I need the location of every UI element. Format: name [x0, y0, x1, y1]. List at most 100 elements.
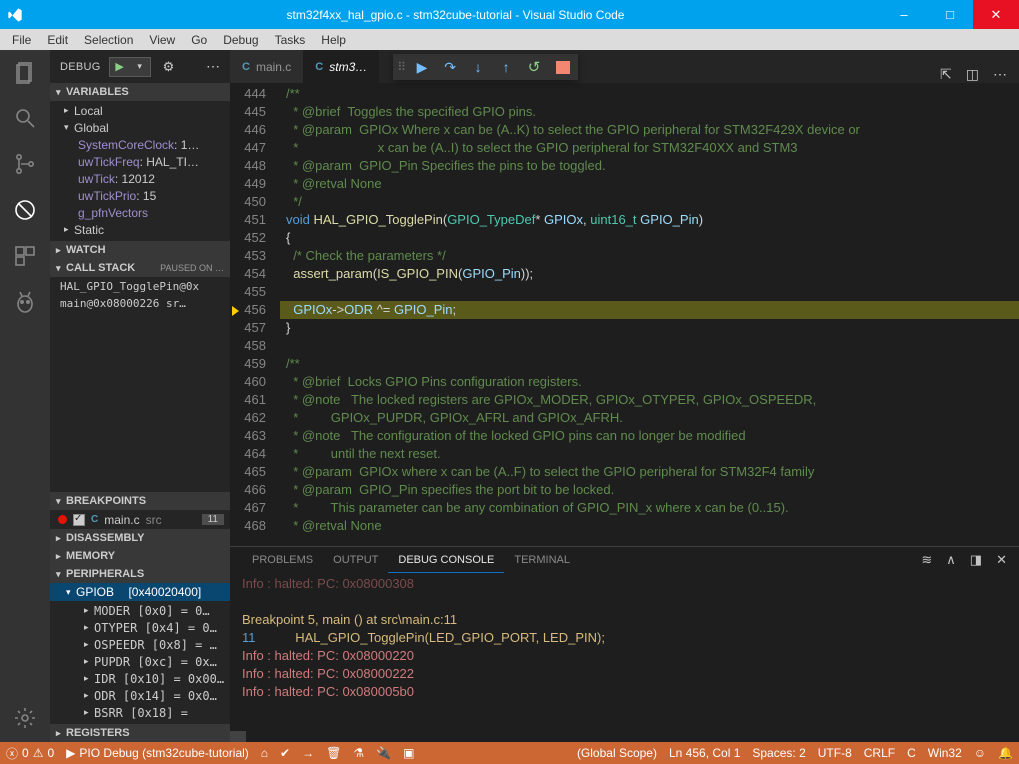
- peripheral-register[interactable]: ▸MODER [0x0] = 0…: [50, 602, 230, 619]
- status-position[interactable]: Ln 456, Col 1: [663, 742, 746, 764]
- status-language[interactable]: C: [901, 742, 922, 764]
- settings-icon[interactable]: [11, 704, 39, 732]
- panel-close-icon[interactable]: ✕: [996, 552, 1007, 568]
- debug-console-output[interactable]: Info : halted: PC: 0x08000308Breakpoint …: [230, 573, 1019, 731]
- debug-sidebar: DEBUG ▶ ▾ ⚙ ⋯ ▾VARIABLES ▸Local ▾Global …: [50, 50, 230, 742]
- step-into-button[interactable]: ↓: [464, 59, 492, 75]
- status-home-icon[interactable]: ⌂: [255, 742, 274, 764]
- minimize-button[interactable]: –: [881, 0, 927, 29]
- panel-tab-terminal[interactable]: TERMINAL: [504, 548, 580, 572]
- split-editor-icon[interactable]: ◫: [966, 66, 979, 83]
- clear-console-icon[interactable]: ≋: [921, 552, 932, 568]
- step-over-button[interactable]: ↷: [436, 59, 464, 76]
- tab-mainc[interactable]: Cmain.c: [230, 50, 303, 83]
- menu-selection[interactable]: Selection: [76, 32, 141, 48]
- line-gutter[interactable]: 4444454464474484494504514524534544554564…: [230, 83, 280, 546]
- callstack-header[interactable]: ▾CALL STACKPAUSED ON …: [50, 259, 230, 277]
- status-terminal-icon[interactable]: ▣: [397, 742, 420, 764]
- continue-button[interactable]: ▶: [408, 59, 436, 76]
- scope-local[interactable]: ▸Local: [50, 102, 230, 119]
- step-out-button[interactable]: ↑: [492, 59, 520, 75]
- variable-row[interactable]: uwTick: 12012: [50, 170, 230, 187]
- maximize-button[interactable]: □: [927, 0, 973, 29]
- disassembly-header[interactable]: ▸DISASSEMBLY: [50, 529, 230, 547]
- stop-button[interactable]: [556, 61, 570, 74]
- menu-go[interactable]: Go: [183, 32, 215, 48]
- vscode-icon: [0, 7, 30, 23]
- more-icon[interactable]: ⋯: [206, 58, 220, 75]
- menu-debug[interactable]: Debug: [215, 32, 266, 48]
- restart-button[interactable]: ↺: [520, 58, 548, 76]
- explorer-icon[interactable]: [11, 58, 39, 86]
- variable-row[interactable]: SystemCoreClock: 1…: [50, 136, 230, 153]
- debug-settings-icon[interactable]: ⚙: [163, 59, 175, 75]
- variable-row[interactable]: g_pfnVectors: [50, 204, 230, 221]
- more-editor-icon[interactable]: ⋯: [993, 66, 1007, 83]
- menu-help[interactable]: Help: [313, 32, 354, 48]
- tab-stm32-hal[interactable]: Cstm3…: [303, 50, 379, 83]
- debug-config-dropdown[interactable]: ▾: [130, 58, 150, 76]
- callstack-frame[interactable]: main@0x08000226 sr…: [50, 295, 230, 312]
- horizontal-scrollbar[interactable]: [230, 731, 1019, 742]
- breakpoints-header[interactable]: ▾BREAKPOINTS: [50, 492, 230, 510]
- menu-view[interactable]: View: [141, 32, 183, 48]
- debug-icon[interactable]: [11, 196, 39, 224]
- status-encoding[interactable]: UTF-8: [812, 742, 858, 764]
- peripheral-register[interactable]: ▸BSRR [0x18] =: [50, 704, 230, 721]
- status-platform[interactable]: Win32: [922, 742, 968, 764]
- start-debug-button[interactable]: ▶: [110, 58, 130, 76]
- scrollbar-thumb[interactable]: [230, 731, 246, 742]
- panel-tab-problems[interactable]: PROBLEMS: [242, 548, 323, 572]
- scope-static[interactable]: ▸Static: [50, 221, 230, 238]
- code-editor[interactable]: 4444454464474484494504514524534544554564…: [230, 83, 1019, 546]
- variable-row[interactable]: uwTickPrio: 15: [50, 187, 230, 204]
- panel-up-icon[interactable]: ∧: [946, 552, 956, 568]
- panel-tab-output[interactable]: OUTPUT: [323, 548, 388, 572]
- debug-config-selector[interactable]: ▶ ▾: [109, 57, 151, 77]
- debug-toolbar[interactable]: ⠿ ▶ ↷ ↓ ↑ ↺: [393, 54, 578, 80]
- status-bell-icon[interactable]: 🔔: [992, 742, 1019, 764]
- source-control-icon[interactable]: [11, 150, 39, 178]
- peripheral-gpiob[interactable]: ▾GPIOB [0x40020400]: [50, 583, 230, 601]
- status-spaces[interactable]: Spaces: 2: [746, 742, 811, 764]
- peripheral-register[interactable]: ▸OTYPER [0x4] = 0…: [50, 619, 230, 636]
- panel-tab-debugconsole[interactable]: DEBUG CONSOLE: [388, 548, 504, 573]
- status-plug-icon[interactable]: 🔌: [370, 742, 397, 764]
- variables-header[interactable]: ▾VARIABLES: [50, 83, 230, 101]
- extensions-icon[interactable]: [11, 242, 39, 270]
- status-errors[interactable]: ⓧ0⚠0: [0, 742, 60, 764]
- watch-header[interactable]: ▸WATCH: [50, 241, 230, 259]
- breakpoint-checkbox[interactable]: [73, 514, 85, 526]
- peripheral-register[interactable]: ▸IDR [0x10] = 0x00…: [50, 670, 230, 687]
- peripherals-header[interactable]: ▾PERIPHERALS: [50, 565, 230, 583]
- status-check-icon[interactable]: ✔: [274, 742, 296, 764]
- code-content[interactable]: /** * @brief Toggles the specified GPIO …: [280, 83, 1019, 546]
- callstack-frame[interactable]: HAL_GPIO_TogglePin@0x: [50, 278, 230, 295]
- debug-label: DEBUG: [60, 61, 101, 73]
- status-eol[interactable]: CRLF: [858, 742, 901, 764]
- peripheral-register[interactable]: ▸OSPEEDR [0x8] = …: [50, 636, 230, 653]
- peripheral-register[interactable]: ▸PUPDR [0xc] = 0x…: [50, 653, 230, 670]
- variable-row[interactable]: uwTickFreq: HAL_TI…: [50, 153, 230, 170]
- memory-header[interactable]: ▸MEMORY: [50, 547, 230, 565]
- search-icon[interactable]: [11, 104, 39, 132]
- compare-icon[interactable]: ⇱: [940, 66, 952, 83]
- menu-edit[interactable]: Edit: [39, 32, 76, 48]
- platformio-icon[interactable]: [11, 288, 39, 316]
- breakpoint-row[interactable]: C main.c src 11: [50, 510, 230, 529]
- menu-tasks[interactable]: Tasks: [267, 32, 314, 48]
- c-file-icon: C: [315, 61, 323, 73]
- peripheral-register[interactable]: ▸ODR [0x14] = 0x0…: [50, 687, 230, 704]
- status-beaker-icon[interactable]: ⚗: [347, 742, 370, 764]
- scope-global[interactable]: ▾Global: [50, 119, 230, 136]
- registers-header[interactable]: ▸REGISTERS: [50, 724, 230, 742]
- close-button[interactable]: ✕: [973, 0, 1019, 29]
- status-feedback-icon[interactable]: ☺: [968, 742, 992, 764]
- drag-grip-icon[interactable]: ⠿: [393, 60, 408, 74]
- status-debug-task[interactable]: ▶PIO Debug (stm32cube-tutorial): [60, 742, 255, 764]
- status-scope[interactable]: (Global Scope): [571, 742, 663, 764]
- status-arrow-icon[interactable]: →: [296, 742, 320, 764]
- panel-maximize-icon[interactable]: ◨: [970, 552, 982, 568]
- status-trash-icon[interactable]: 🗑: [320, 742, 347, 764]
- menu-file[interactable]: File: [4, 32, 39, 48]
